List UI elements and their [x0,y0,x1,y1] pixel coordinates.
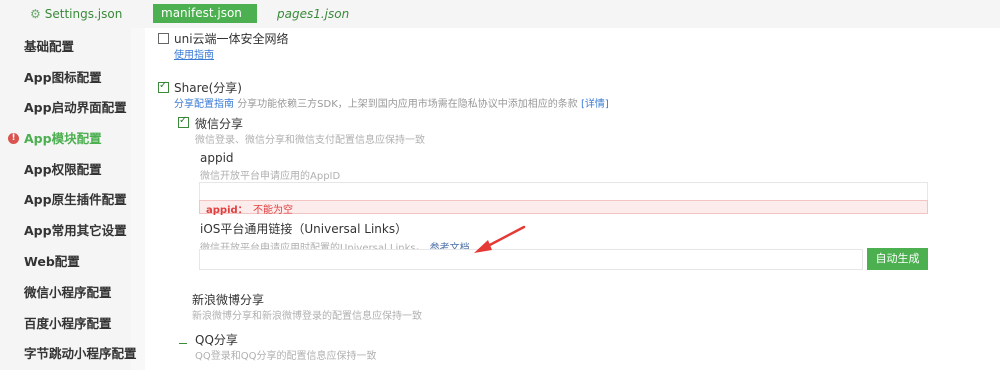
annotation-arrow-icon [474,225,526,253]
